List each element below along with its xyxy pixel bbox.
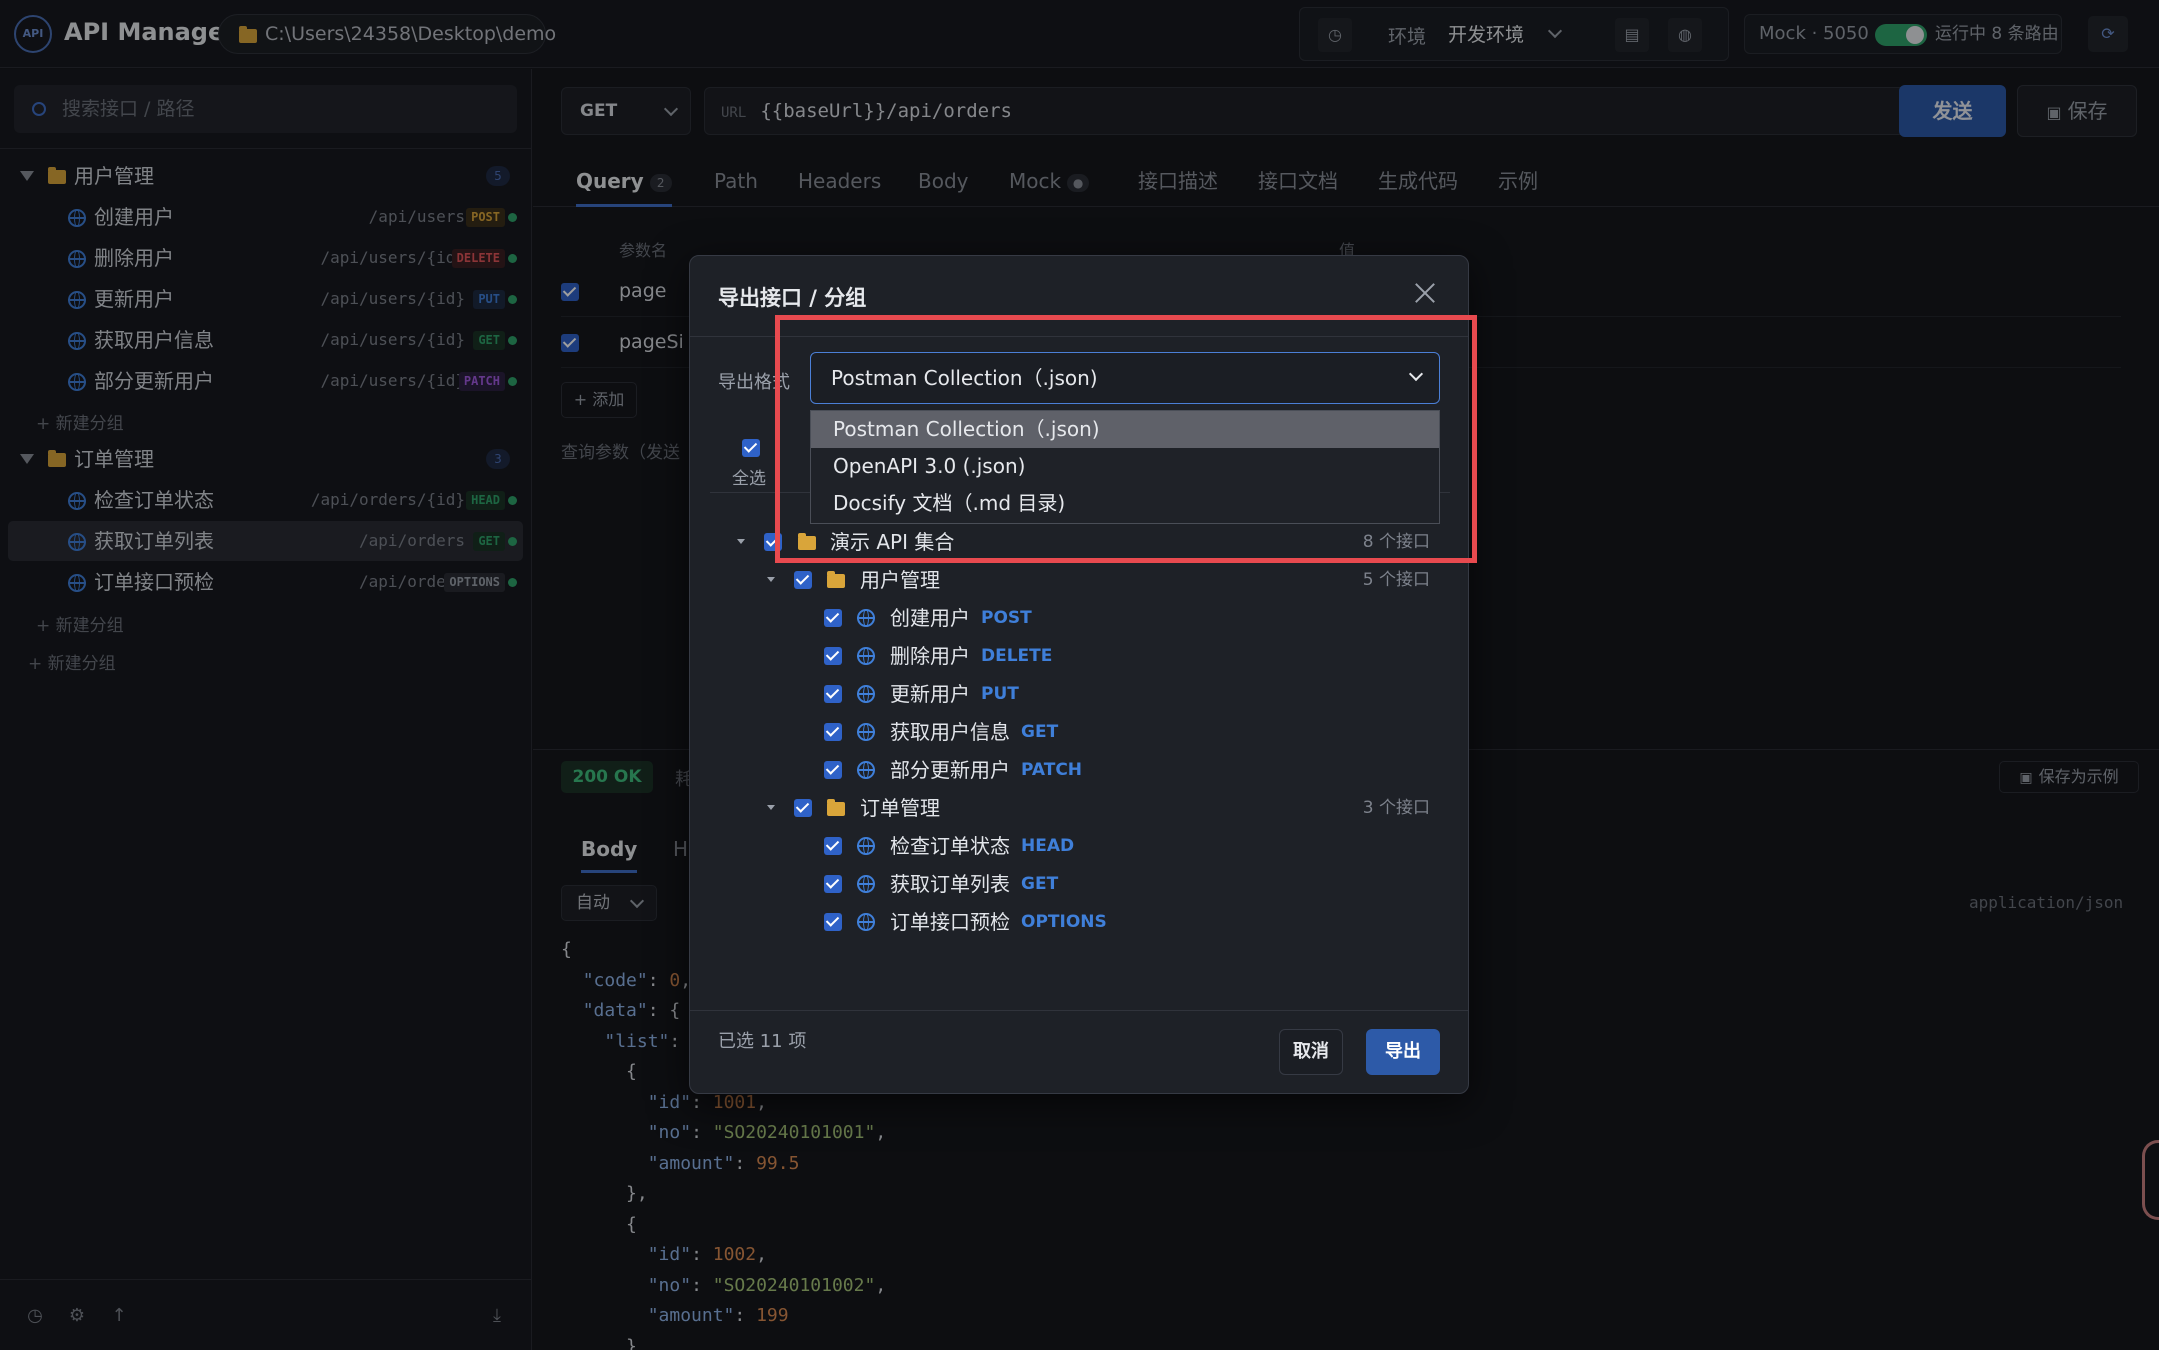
tree-checkbox[interactable] [824,913,842,931]
export-button[interactable]: 导出 [1366,1029,1440,1075]
globe-icon [857,837,875,855]
globe-icon [857,647,875,665]
tree-method: PUT [981,684,1019,704]
close-icon[interactable] [1410,278,1440,308]
tree-label: 更新用户 [890,682,970,706]
tree-checkbox[interactable] [824,761,842,779]
tree-item[interactable]: 订单接口预检 OPTIONS [690,903,1468,941]
tree-method: OPTIONS [1021,912,1107,932]
tree-item[interactable]: 更新用户 PUT [690,675,1468,713]
dialog-title: 导出接口 / 分组 [718,286,867,310]
tree-method: GET [1021,874,1059,894]
select-all-checkbox[interactable] [742,439,760,457]
tree-group-users[interactable]: 用户管理 5 个接口 [690,561,1468,599]
caret-down-icon [737,539,745,544]
globe-icon [857,685,875,703]
globe-icon [857,723,875,741]
globe-icon [857,913,875,931]
globe-icon [857,761,875,779]
tree-label: 订单管理 [860,796,940,820]
folder-icon [827,571,845,588]
caret-down-icon [767,577,775,582]
tree-label: 创建用户 [890,606,970,630]
caret-down-icon [767,805,775,810]
tree-method: PATCH [1021,760,1083,780]
globe-icon [857,609,875,627]
tree-checkbox[interactable] [794,571,812,589]
tree-label: 检查订单状态 [890,834,1010,858]
tree-checkbox[interactable] [824,875,842,893]
tree-label: 获取用户信息 [890,720,1010,744]
tree-checkbox[interactable] [824,647,842,665]
tree-count: 5 个接口 [1362,570,1430,590]
tree-item[interactable]: 获取用户信息 GET [690,713,1468,751]
tree-checkbox[interactable] [824,685,842,703]
tree-method: DELETE [981,646,1053,666]
tree-label: 获取订单列表 [890,872,1010,896]
tree-item[interactable]: 获取订单列表 GET [690,865,1468,903]
globe-icon [857,875,875,893]
tree-checkbox[interactable] [824,609,842,627]
selected-count: 已选 11 项 [718,1031,807,1052]
tree-method: GET [1021,722,1059,742]
tree-group-orders[interactable]: 订单管理 3 个接口 [690,789,1468,827]
tree-item[interactable]: 检查订单状态 HEAD [690,827,1468,865]
highlight-box [775,315,1477,563]
tree-label: 部分更新用户 [890,758,1010,782]
tree-item[interactable]: 部分更新用户 PATCH [690,751,1468,789]
divider [690,1010,1468,1011]
folder-icon [827,799,845,816]
tree-checkbox[interactable] [794,799,812,817]
tree-method: HEAD [1021,836,1075,856]
tree-label: 用户管理 [860,568,940,592]
tree-item[interactable]: 创建用户 POST [690,599,1468,637]
tree-item[interactable]: 删除用户 DELETE [690,637,1468,675]
tree-count: 3 个接口 [1362,798,1430,818]
tree-method: POST [981,608,1032,628]
tree-checkbox[interactable] [824,723,842,741]
tree-label: 订单接口预检 [890,910,1010,934]
tree-label: 删除用户 [890,644,970,668]
cancel-button[interactable]: 取消 [1279,1029,1343,1075]
select-all-label[interactable]: 全选 [732,464,766,489]
tree-checkbox[interactable] [824,837,842,855]
